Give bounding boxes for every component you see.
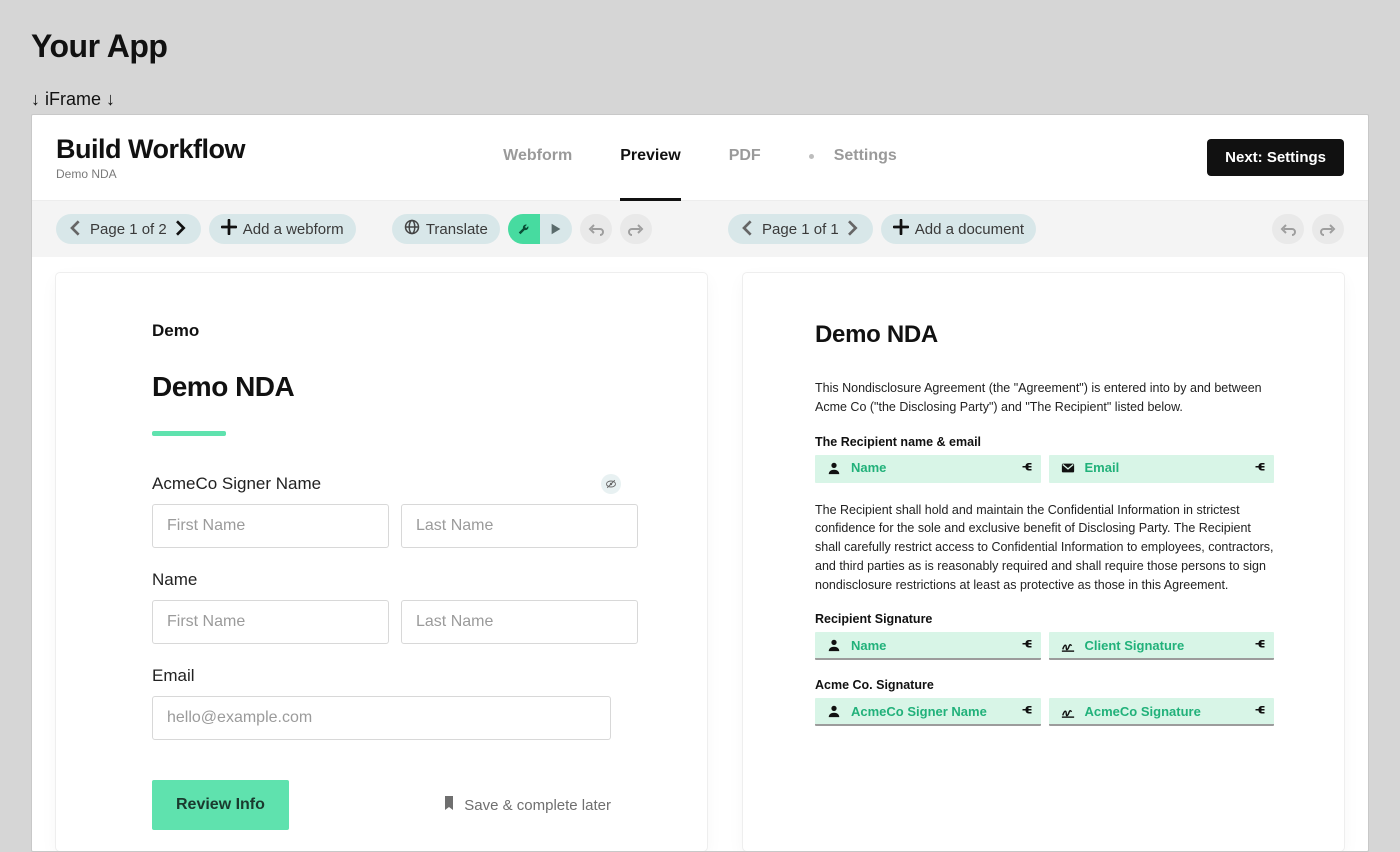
wrench-icon[interactable]: [508, 214, 540, 244]
first-name-input[interactable]: [152, 600, 389, 644]
translate-label: Translate: [426, 221, 488, 238]
webform-pager[interactable]: Page 1 of 2: [56, 214, 201, 244]
tab-webform[interactable]: Webform: [503, 115, 572, 201]
chip-client-signature[interactable]: Client Signature: [1049, 632, 1275, 660]
workflow-subtitle: Demo NDA: [56, 167, 245, 181]
chip-acme-signature-label: AcmeCo Signature: [1085, 704, 1201, 719]
bookmark-icon: [442, 795, 456, 815]
chevron-right-icon[interactable]: [845, 220, 861, 239]
plus-icon: [221, 219, 237, 239]
recipient-header: The Recipient name & email: [815, 435, 1274, 449]
chip-name[interactable]: Name: [815, 455, 1041, 483]
name-label: Name: [152, 570, 611, 590]
chip-recipient-name-label: Name: [851, 638, 886, 653]
chevron-right-icon[interactable]: [173, 220, 189, 239]
form-brand: Demo: [152, 321, 611, 341]
mail-icon: [1057, 461, 1079, 475]
settings-dot-icon: [809, 154, 814, 159]
webform-pager-label: Page 1 of 2: [90, 221, 167, 238]
plug-icon: [1252, 459, 1268, 477]
signature-icon: [1057, 638, 1079, 652]
chevron-left-icon[interactable]: [740, 220, 756, 239]
document-pane: Demo NDA This Nondisclosure Agreement (t…: [743, 273, 1344, 851]
acme-sig-header: Acme Co. Signature: [815, 678, 1274, 692]
document-intro: This Nondisclosure Agreement (the "Agree…: [815, 379, 1274, 417]
document-title: Demo NDA: [815, 321, 1274, 349]
last-name-input[interactable]: [401, 600, 638, 644]
iframe-label: ↓ iFrame ↓: [31, 89, 1369, 110]
app-title: Your App: [31, 28, 1369, 65]
save-later-label: Save & complete later: [464, 797, 611, 814]
chip-acme-signer-name[interactable]: AcmeCo Signer Name: [815, 698, 1041, 726]
plug-icon: [1252, 702, 1268, 720]
acme-signer-label: AcmeCo Signer Name: [152, 474, 611, 494]
field-email: Email: [152, 666, 611, 740]
plug-icon: [1019, 636, 1035, 654]
plug-icon: [1019, 459, 1035, 477]
redo-button[interactable]: [620, 214, 652, 244]
next-settings-button[interactable]: Next: Settings: [1207, 139, 1344, 176]
chip-name-label: Name: [851, 460, 886, 475]
add-document-label: Add a document: [915, 221, 1024, 238]
add-document-button[interactable]: Add a document: [881, 214, 1036, 244]
webform-pane: Demo Demo NDA AcmeCo Signer Name Name: [56, 273, 707, 851]
recipient-sig-header: Recipient Signature: [815, 612, 1274, 626]
document-pager-label: Page 1 of 1: [762, 221, 839, 238]
translate-button[interactable]: Translate: [392, 214, 500, 244]
chip-email[interactable]: Email: [1049, 455, 1275, 483]
tab-pdf[interactable]: PDF: [729, 115, 761, 201]
visibility-icon[interactable]: [601, 474, 621, 494]
workflow-header: Build Workflow Demo NDA Webform Preview …: [32, 115, 1368, 201]
add-webform-button[interactable]: Add a webform: [209, 214, 356, 244]
play-icon[interactable]: [540, 214, 572, 244]
plug-icon: [1252, 636, 1268, 654]
field-name: Name: [152, 570, 611, 644]
iframe-container: Build Workflow Demo NDA Webform Preview …: [31, 114, 1369, 852]
tab-settings-label: Settings: [834, 147, 897, 165]
email-input[interactable]: [152, 696, 611, 740]
mode-toggle[interactable]: [508, 214, 572, 244]
tab-preview[interactable]: Preview: [620, 115, 680, 201]
acme-first-name-input[interactable]: [152, 504, 389, 548]
chip-acme-signature[interactable]: AcmeCo Signature: [1049, 698, 1275, 726]
doc-undo-button[interactable]: [1272, 214, 1304, 244]
user-icon: [823, 704, 845, 718]
add-webform-label: Add a webform: [243, 221, 344, 238]
save-later-link[interactable]: Save & complete later: [442, 795, 611, 815]
tab-settings[interactable]: Settings: [809, 115, 897, 201]
chip-client-signature-label: Client Signature: [1085, 638, 1185, 653]
document-pager[interactable]: Page 1 of 1: [728, 214, 873, 244]
workflow-title: Build Workflow: [56, 134, 245, 165]
plus-icon: [893, 219, 909, 239]
acme-last-name-input[interactable]: [401, 504, 638, 548]
doc-redo-button[interactable]: [1312, 214, 1344, 244]
plug-icon: [1019, 702, 1035, 720]
field-acme-signer: AcmeCo Signer Name: [152, 474, 611, 548]
signature-icon: [1057, 704, 1079, 718]
email-label: Email: [152, 666, 611, 686]
heading-underline: [152, 431, 226, 436]
user-icon: [823, 638, 845, 652]
toolbar: Page 1 of 2 Add a webform Translate: [32, 201, 1368, 257]
review-info-button[interactable]: Review Info: [152, 780, 289, 830]
chevron-left-icon[interactable]: [68, 220, 84, 239]
chip-email-label: Email: [1085, 460, 1120, 475]
form-heading: Demo NDA: [152, 371, 611, 403]
globe-icon: [404, 219, 420, 239]
document-body: The Recipient shall hold and maintain th…: [815, 501, 1274, 595]
undo-button[interactable]: [580, 214, 612, 244]
chip-recipient-name[interactable]: Name: [815, 632, 1041, 660]
user-icon: [823, 461, 845, 475]
chip-acme-signer-name-label: AcmeCo Signer Name: [851, 704, 987, 719]
